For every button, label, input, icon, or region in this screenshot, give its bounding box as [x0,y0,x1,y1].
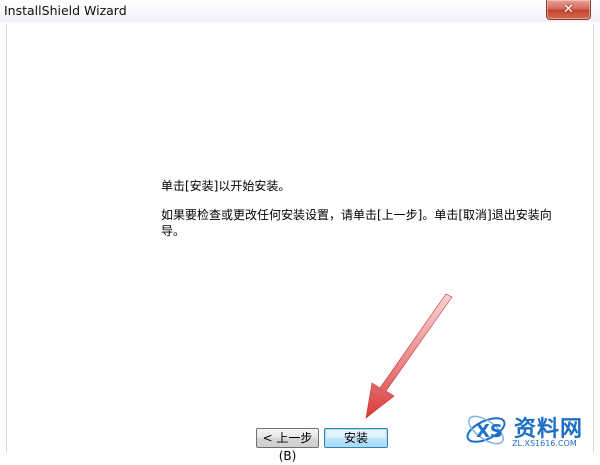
install-button[interactable]: 安装 [324,428,388,448]
title-bar[interactable]: InstallShield Wizard ✕ [0,0,600,22]
svg-text:XS: XS [476,421,503,442]
installshield-window: InstallShield Wizard ✕ 单击[安装]以开始安装。 如果要检… [0,0,600,463]
back-button[interactable]: < 上一步(B) [256,428,319,463]
watermark-logo-icon: XS [466,415,506,445]
close-button[interactable]: ✕ [546,0,591,20]
watermark: XS 资料网 ZL.XS1616.COM [462,405,598,455]
install-instruction-text: 单击[安装]以开始安装。 [161,179,291,193]
watermark-url: ZL.XS1616.COM [512,439,577,448]
review-settings-text: 如果要检查或更改任何安装设置，请单击[上一步]。单击[取消]退出安装向导。 [161,208,552,238]
close-icon: ✕ [563,2,574,17]
window-title: InstallShield Wizard [4,3,127,18]
